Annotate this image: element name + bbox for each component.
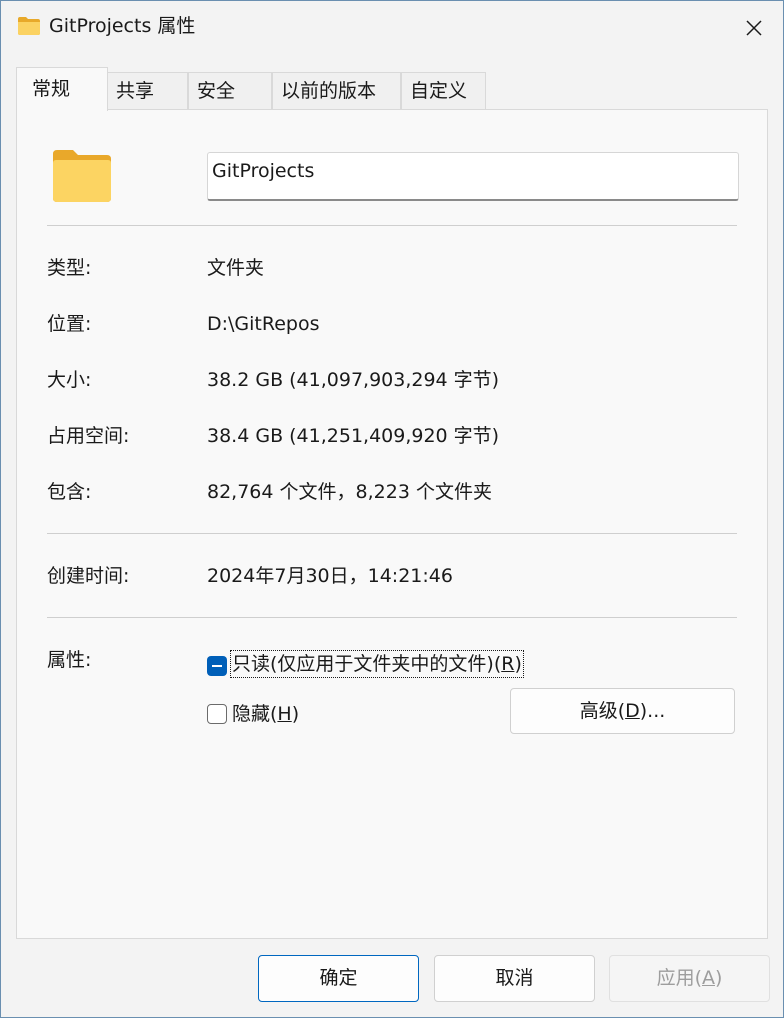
indeterminate-mark (212, 665, 222, 667)
readonly-text: 只读(仅应用于文件夹中的文件)( (232, 653, 502, 675)
cancel-button[interactable]: 取消 (434, 955, 595, 1002)
tab-customize[interactable]: 自定义 (401, 72, 486, 110)
divider (47, 617, 737, 618)
size-label: 大小: (47, 369, 92, 391)
advanced-text: 高级( (579, 700, 626, 722)
ok-button[interactable]: 确定 (258, 955, 419, 1002)
location-label: 位置: (47, 313, 92, 335)
advanced-button[interactable]: 高级(D)... (510, 688, 735, 734)
properties-dialog: GitProjects 属性 常规 共享 安全 以前的版本 自定义 类型: 文件… (0, 0, 784, 1018)
folder-name-input[interactable] (207, 152, 739, 201)
contains-label: 包含: (47, 481, 92, 503)
location-value: D:\GitRepos (207, 313, 320, 335)
divider (47, 225, 737, 226)
attributes-label: 属性: (47, 649, 92, 671)
hidden-label[interactable]: 隐藏(H) (232, 702, 299, 726)
tab-previous-versions[interactable]: 以前的版本 (272, 72, 401, 110)
general-panel: 类型: 文件夹 位置: D:\GitRepos 大小: 38.2 GB (41,… (16, 109, 768, 939)
type-label: 类型: (47, 257, 92, 279)
created-value: 2024年7月30日，14:21:46 (207, 565, 453, 587)
apply-text: 应用( (656, 967, 702, 989)
close-icon (746, 20, 762, 36)
folder-icon (18, 17, 40, 35)
apply-button[interactable]: 应用(A) (609, 955, 770, 1002)
advanced-access-key: D (625, 700, 640, 722)
hidden-text: 隐藏( (232, 703, 278, 725)
created-label: 创建时间: (47, 565, 130, 587)
readonly-checkbox[interactable] (207, 656, 227, 676)
close-button[interactable] (731, 9, 777, 47)
size-value: 38.2 GB (41,097,903,294 字节) (207, 369, 500, 391)
hidden-access-key: H (277, 703, 292, 725)
tab-general[interactable]: 常规 (16, 67, 108, 111)
hidden-checkbox[interactable] (207, 704, 227, 724)
title-bar[interactable]: GitProjects 属性 (1, 1, 783, 53)
tab-sharing[interactable]: 共享 (107, 72, 188, 110)
folder-large-icon (53, 150, 111, 202)
apply-access-key: A (702, 967, 715, 989)
advanced-suffix: )... (639, 700, 666, 722)
contains-value: 82,764 个文件，8,223 个文件夹 (207, 481, 492, 503)
readonly-access-key: R (501, 653, 515, 675)
disk-size-label: 占用空间: (47, 425, 130, 447)
disk-size-value: 38.4 GB (41,251,409,920 字节) (207, 425, 500, 447)
window-title: GitProjects 属性 (49, 15, 196, 37)
type-value: 文件夹 (207, 257, 265, 279)
readonly-label[interactable]: 只读(仅应用于文件夹中的文件)(R) (230, 650, 524, 678)
divider (47, 533, 737, 534)
tab-security[interactable]: 安全 (188, 72, 272, 110)
